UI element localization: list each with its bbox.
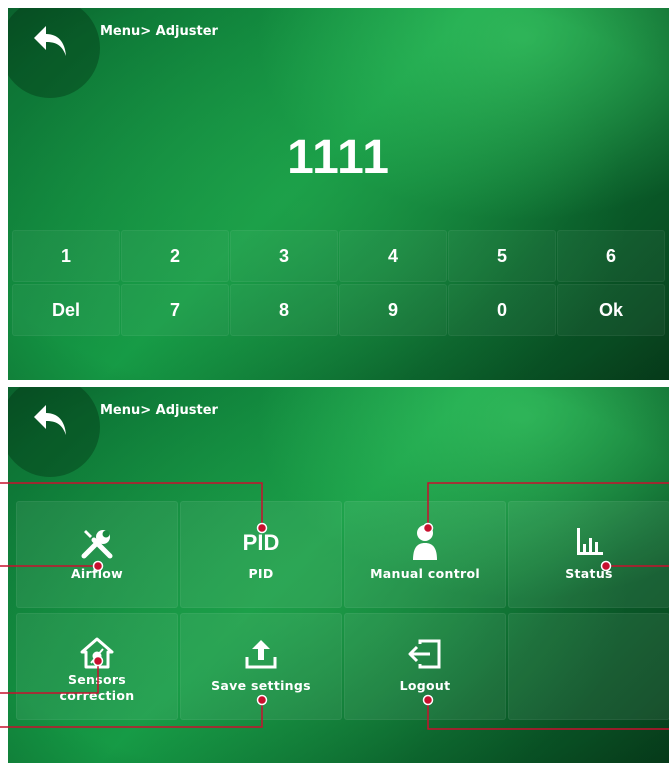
back-arrow-icon: [34, 26, 66, 56]
key-delete[interactable]: Del: [12, 284, 120, 336]
adjuster-menu-screen: Menu> Adjuster Airflow PID PID Manual co: [8, 387, 669, 763]
menu-tile-pid[interactable]: PID PID: [180, 501, 342, 608]
breadcrumb: Menu> Adjuster: [100, 403, 218, 418]
key-5[interactable]: 5: [448, 230, 556, 282]
key-8[interactable]: 8: [230, 284, 338, 336]
empty-tile-slot: [508, 613, 669, 720]
key-0[interactable]: 0: [448, 284, 556, 336]
back-button[interactable]: [8, 8, 100, 98]
key-9[interactable]: 9: [339, 284, 447, 336]
menu-tile-logout[interactable]: Logout: [344, 613, 506, 720]
menu-tile-save-settings[interactable]: Save settings: [180, 613, 342, 720]
key-2[interactable]: 2: [121, 230, 229, 282]
tile-label: Logout: [399, 678, 451, 693]
pid-icon-text: PID: [242, 530, 280, 555]
back-arrow-icon: [34, 405, 66, 435]
key-4[interactable]: 4: [339, 230, 447, 282]
menu-tile-manual-control[interactable]: Manual control: [344, 501, 506, 608]
upload-icon: [181, 638, 341, 670]
tile-label: Save settings: [211, 678, 311, 693]
house-sensor-icon: [17, 636, 177, 670]
menu-tile-status[interactable]: Status: [508, 501, 669, 608]
tile-label: Sensors correction: [59, 672, 135, 703]
menu-tile-sensors-correction[interactable]: Sensors correction: [16, 613, 178, 720]
person-icon: [345, 524, 505, 560]
tile-label: Airflow: [70, 566, 124, 581]
menu-tile-airflow[interactable]: Airflow: [16, 501, 178, 608]
logout-icon: [345, 638, 505, 670]
key-6[interactable]: 6: [557, 230, 665, 282]
key-3[interactable]: 3: [230, 230, 338, 282]
key-7[interactable]: 7: [121, 284, 229, 336]
key-ok[interactable]: Ok: [557, 284, 665, 336]
back-button[interactable]: [8, 387, 100, 477]
passcode-display: 1111: [287, 131, 390, 184]
tile-label: Status: [565, 566, 613, 581]
passcode-screen: Menu> Adjuster 1111 1 2 3 4 5 6 Del 7 8 …: [8, 8, 669, 380]
breadcrumb: Menu> Adjuster: [100, 24, 218, 39]
tools-icon: [17, 526, 177, 560]
bar-chart-icon: [509, 526, 669, 558]
key-1[interactable]: 1: [12, 230, 120, 282]
tile-label: PID: [248, 566, 274, 581]
tile-label: Manual control: [370, 566, 480, 581]
